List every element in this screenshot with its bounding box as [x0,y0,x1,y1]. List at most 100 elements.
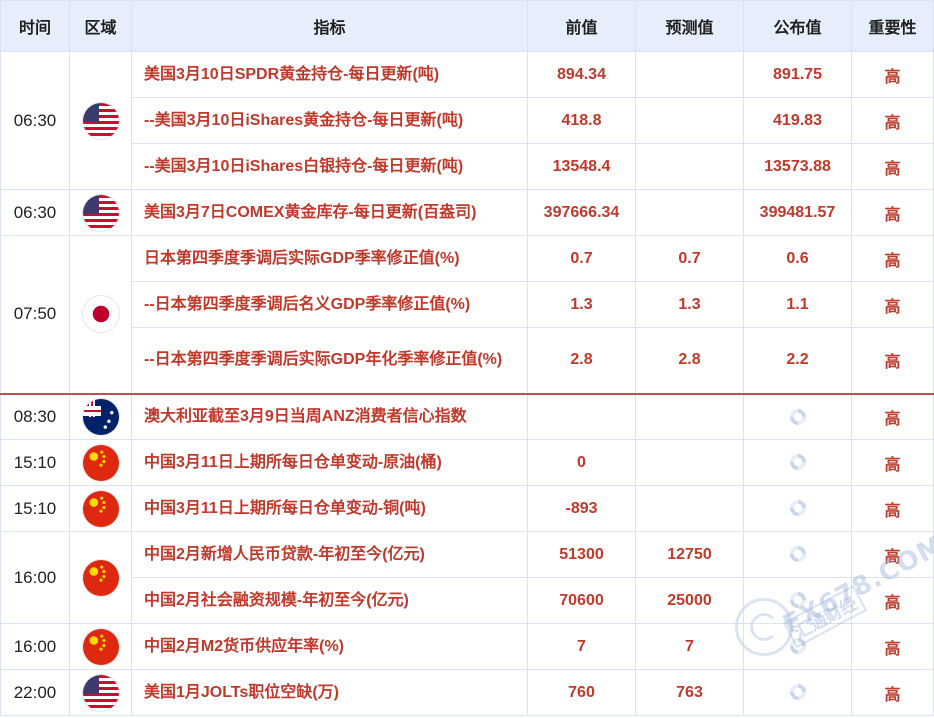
indicator-cell[interactable]: 中国2月M2货币供应年率(%) [131,623,528,670]
indicator-cell[interactable]: 澳大利亚截至3月9日当周ANZ消费者信心指数 [131,392,528,440]
loading-spinner-icon [789,408,806,425]
table-row[interactable]: --美国3月10日iShares白银持仓-每日更新(吨) 13548.4 135… [1,143,934,190]
time-cell: 15:10 [0,485,70,532]
previous-value: 0.7 [527,235,636,282]
table-row[interactable]: 06:30 美国3月7日COMEX黄金库存-每日更新(百盎司) 397666.3… [0,189,934,236]
actual-value: 0.6 [743,235,852,282]
actual-value-pending [743,439,852,486]
actual-value: 1.1 [743,281,852,328]
region-cell [69,669,132,716]
table-row[interactable]: --日本第四季度季调后名义GDP季率修正值(%) 1.3 1.3 1.1 高 [1,281,934,328]
indicator-cell[interactable]: 日本第四季度季调后实际GDP季率修正值(%) [131,235,528,282]
importance-value: 高 [851,392,934,440]
header-previous: 前值 [527,0,636,52]
indicator-cell[interactable]: 中国3月11日上期所每日仓单变动-铜(吨) [131,485,528,532]
loading-spinner-icon [789,546,806,563]
region-cell [69,531,132,624]
forecast-value [635,143,744,190]
actual-value: 2.2 [743,327,852,394]
actual-value-pending [743,531,852,578]
previous-value [527,392,636,440]
actual-value: 13573.88 [743,143,852,190]
region-cell [69,623,132,670]
time-cell: 07:50 [0,235,70,394]
importance-value: 高 [851,485,934,532]
table-row[interactable]: 16:00 中国2月M2货币供应年率(%) 7 7 高 [0,623,934,670]
importance-value: 高 [851,623,934,670]
forecast-value: 1.3 [635,281,744,328]
previous-value: 70600 [527,577,636,624]
actual-value: 419.83 [743,97,852,144]
us-flag-icon [82,102,119,139]
region-cell [69,51,132,190]
importance-value: 高 [851,577,934,624]
us-flag-icon [82,674,119,711]
indicator-cell[interactable]: --日本第四季度季调后名义GDP季率修正值(%) [131,281,528,328]
forecast-value: 12750 [635,531,744,578]
time-cell: 22:00 [0,669,70,716]
importance-value: 高 [851,531,934,578]
importance-value: 高 [851,235,934,282]
previous-value: 0 [527,439,636,486]
table-row[interactable]: 15:10 中国3月11日上期所每日仓单变动-原油(桶) 0 高 [0,439,934,486]
region-cell [69,235,132,394]
table-row[interactable]: --日本第四季度季调后实际GDP年化季率修正值(%) 2.8 2.8 2.2 高 [1,327,934,394]
indicator-cell[interactable]: 美国3月10日SPDR黄金持仓-每日更新(吨) [131,51,528,98]
time-cell: 06:30 [0,189,70,236]
china-flag-icon [82,444,119,481]
indicator-cell[interactable]: --日本第四季度季调后实际GDP年化季率修正值(%) [131,327,528,394]
table-row[interactable]: --美国3月10日iShares黄金持仓-每日更新(吨) 418.8 419.8… [1,97,934,144]
australia-flag-icon [82,398,119,435]
table-row[interactable]: 中国2月社会融资规模-年初至今(亿元) 70600 25000 高 [1,577,934,624]
importance-value: 高 [851,327,934,394]
forecast-value [635,189,744,236]
loading-spinner-icon [789,684,806,701]
japan-flag-icon [82,296,119,333]
header-forecast: 预测值 [635,0,744,52]
time-cell: 08:30 [0,392,70,440]
table-row[interactable]: 07:50 日本第四季度季调后实际GDP季率修正值(%) 0.7 0.7 0.6… [0,235,934,394]
forecast-value: 25000 [635,577,744,624]
loading-spinner-icon [789,638,806,655]
importance-value: 高 [851,669,934,716]
previous-value: 1.3 [527,281,636,328]
indicator-cell[interactable]: --美国3月10日iShares黄金持仓-每日更新(吨) [131,97,528,144]
region-cell [69,189,132,236]
indicator-cell[interactable]: 美国1月JOLTs职位空缺(万) [131,669,528,716]
previous-value: 760 [527,669,636,716]
indicator-cell[interactable]: 中国2月新增人民币贷款-年初至今(亿元) [131,531,528,578]
region-cell [69,392,132,440]
indicator-cell[interactable]: 中国3月11日上期所每日仓单变动-原油(桶) [131,439,528,486]
forecast-value [635,97,744,144]
table-row[interactable]: 08:30 澳大利亚截至3月9日当周ANZ消费者信心指数 高 [0,392,934,440]
forecast-value [635,485,744,532]
actual-value-pending [743,577,852,624]
forecast-value [635,439,744,486]
china-flag-icon [82,628,119,665]
header-region: 区域 [69,0,132,52]
indicator-cell[interactable]: --美国3月10日iShares白银持仓-每日更新(吨) [131,143,528,190]
actual-value: 399481.57 [743,189,852,236]
forecast-value: 0.7 [635,235,744,282]
importance-value: 高 [851,189,934,236]
indicator-cell[interactable]: 中国2月社会融资规模-年初至今(亿元) [131,577,528,624]
importance-value: 高 [851,143,934,190]
previous-value: 7 [527,623,636,670]
table-row[interactable]: 22:00 美国1月JOLTs职位空缺(万) 760 763 高 [0,669,934,716]
table-row[interactable]: 06:30 美国3月10日SPDR黄金持仓-每日更新(吨) 894.34 891… [0,51,934,190]
region-cell [69,439,132,486]
importance-value: 高 [851,439,934,486]
loading-spinner-icon [789,592,806,609]
indicator-cell[interactable]: 美国3月7日COMEX黄金库存-每日更新(百盎司) [131,189,528,236]
us-flag-icon [82,194,119,231]
table-row[interactable]: 16:00 中国2月新增人民币贷款-年初至今(亿元) 51300 12750 高 [0,531,934,624]
previous-value: 13548.4 [527,143,636,190]
actual-value-pending [743,669,852,716]
header-time: 时间 [0,0,70,52]
table-row[interactable]: 15:10 中国3月11日上期所每日仓单变动-铜(吨) -893 高 [0,485,934,532]
actual-value: 891.75 [743,51,852,98]
loading-spinner-icon [789,454,806,471]
forecast-value [635,51,744,98]
actual-value-pending [743,485,852,532]
time-cell: 06:30 [0,51,70,190]
